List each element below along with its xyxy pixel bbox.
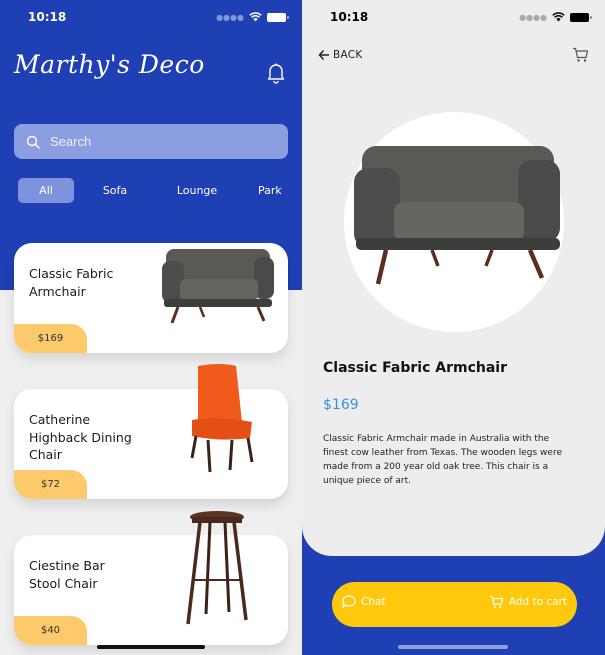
add-to-cart-button[interactable]: Add to cart [489,595,567,609]
battery-icon [570,12,592,22]
chat-bubble-icon [342,595,356,608]
home-screen: 10:18 ●●●● Marthy's Deco Search All Sofa… [0,0,302,655]
bar-stool-image [186,511,248,625]
search-input[interactable] [50,134,270,149]
search-icon [26,135,40,149]
detail-sheet: 10:18 ●●●● BACK Classic Fabric Armchair … [302,0,605,556]
dining-chair-image [190,364,254,473]
price-tag: $40 [14,616,87,645]
tab-lounge[interactable]: Lounge [168,178,226,203]
status-icons: ●●●● [216,12,289,22]
chat-label: Chat [361,595,386,608]
product-name: Ciestine Bar Stool Chair [29,558,105,591]
arrow-left-icon [318,50,329,60]
status-bar: 10:18 ●●●● [302,0,605,34]
chat-button[interactable]: Chat [342,595,386,608]
price-tag: $72 [14,470,87,499]
battery-icon [267,12,289,22]
home-indicator [97,645,205,649]
status-time: 10:18 [28,10,67,24]
tab-sofa[interactable]: Sofa [90,178,140,203]
product-card[interactable]: Classic Fabric Armchair $169 [14,243,288,353]
detail-screen: 10:18 ●●●● BACK Classic Fabric Armchair … [302,0,605,655]
product-price: $169 [323,397,359,413]
cart-icon [489,595,504,608]
action-bar: Chat Add to cart [332,582,577,627]
category-tabs: All Sofa Lounge Park [18,178,302,204]
signal-icon: ●●●● [216,12,244,22]
price-tag: $169 [14,324,87,353]
product-description: Classic Fabric Armchair made in Australi… [323,434,562,486]
back-button[interactable]: BACK [318,46,363,64]
signal-icon: ●●●● [519,12,547,22]
armchair-hero-image [354,146,560,285]
tab-park[interactable]: Park [258,178,298,203]
product-title: Classic Fabric Armchair [323,360,507,376]
wifi-icon [249,12,262,22]
back-label: BACK [333,49,363,61]
bell-icon[interactable] [266,62,286,84]
status-time: 10:18 [330,10,369,24]
status-bar: 10:18 ●●●● [0,0,302,34]
product-name: Catherine Highback Dining Chair [29,412,132,462]
product-name: Classic Fabric Armchair [29,266,114,299]
cart-icon[interactable] [572,47,589,63]
status-icons: ●●●● [519,12,592,22]
wifi-icon [552,12,565,22]
tab-all[interactable]: All [18,178,74,203]
brand-logo: Marthy's Deco [14,50,205,79]
search-bar[interactable] [14,124,288,159]
home-indicator [398,645,508,649]
add-to-cart-label: Add to cart [508,596,567,608]
armchair-image [162,249,274,324]
